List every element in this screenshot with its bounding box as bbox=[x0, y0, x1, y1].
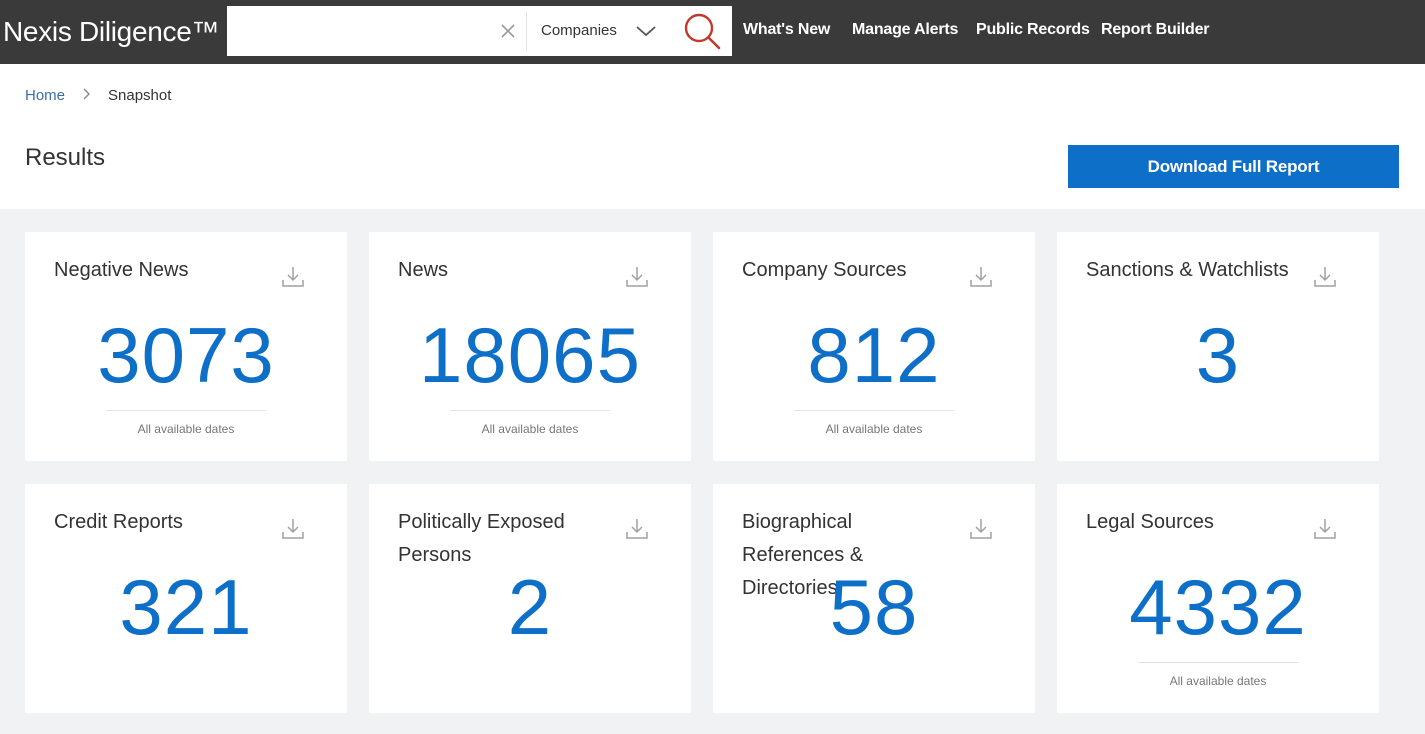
card-divider bbox=[1138, 662, 1298, 663]
search-divider bbox=[526, 12, 527, 50]
result-card-politically-exposed-persons[interactable]: Politically Exposed Persons 2 bbox=[369, 484, 691, 713]
result-card-biographical-references[interactable]: Biographical References & Directories 58 bbox=[713, 484, 1035, 713]
card-count[interactable]: 4332 bbox=[1057, 562, 1379, 652]
card-count[interactable]: 3 bbox=[1057, 310, 1379, 400]
card-date-range: All available dates bbox=[481, 422, 579, 436]
download-icon[interactable] bbox=[968, 264, 994, 290]
card-divider bbox=[794, 410, 954, 411]
card-title: Legal Sources bbox=[1086, 511, 1214, 533]
card-title: Sanctions & Watchlists bbox=[1086, 259, 1289, 281]
result-card-sanctions-watchlists[interactable]: Sanctions & Watchlists 3 bbox=[1057, 232, 1379, 461]
search-bar: Companies bbox=[227, 6, 732, 56]
download-full-report-button[interactable]: Download Full Report bbox=[1068, 145, 1399, 188]
card-divider bbox=[450, 410, 610, 411]
download-icon[interactable] bbox=[280, 516, 306, 542]
search-button[interactable] bbox=[679, 9, 725, 53]
card-count[interactable]: 321 bbox=[25, 562, 347, 652]
result-card-legal-sources[interactable]: Legal Sources 4332 All available dates bbox=[1057, 484, 1379, 713]
close-icon[interactable] bbox=[496, 19, 520, 43]
card-count[interactable]: 2 bbox=[369, 562, 691, 652]
nav-whats-new[interactable]: What's New bbox=[743, 21, 830, 39]
card-title: Negative News bbox=[54, 259, 189, 281]
download-icon[interactable] bbox=[280, 264, 306, 290]
chevron-right-icon bbox=[80, 84, 94, 104]
download-icon[interactable] bbox=[1312, 516, 1338, 542]
card-date-range: All available dates bbox=[1169, 674, 1267, 688]
result-card-news[interactable]: News 18065 All available dates bbox=[369, 232, 691, 461]
search-input[interactable] bbox=[227, 6, 489, 56]
download-icon[interactable] bbox=[624, 264, 650, 290]
search-scope-dropdown[interactable]: Companies bbox=[537, 6, 667, 56]
search-icon bbox=[684, 13, 721, 50]
chevron-down-icon bbox=[633, 20, 659, 42]
card-title: Company Sources bbox=[742, 259, 907, 281]
download-icon[interactable] bbox=[1312, 264, 1338, 290]
card-date-range: All available dates bbox=[825, 422, 923, 436]
result-card-company-sources[interactable]: Company Sources 812 All available dates bbox=[713, 232, 1035, 461]
result-card-credit-reports[interactable]: Credit Reports 321 bbox=[25, 484, 347, 713]
nav-report-builder[interactable]: Report Builder bbox=[1101, 21, 1210, 39]
card-date-range: All available dates bbox=[137, 422, 235, 436]
nav-manage-alerts[interactable]: Manage Alerts bbox=[852, 21, 958, 39]
card-title: News bbox=[398, 259, 449, 281]
breadcrumb-current: Snapshot bbox=[108, 87, 172, 104]
card-title: Credit Reports bbox=[54, 511, 183, 533]
brand-logo[interactable]: Nexis Diligence™ bbox=[3, 16, 219, 48]
result-card-negative-news[interactable]: Negative News 3073 All available dates bbox=[25, 232, 347, 461]
card-divider bbox=[106, 410, 266, 411]
breadcrumb-home-link[interactable]: Home bbox=[25, 87, 65, 104]
search-scope-label: Companies bbox=[541, 22, 617, 39]
top-navigation-bar: Nexis Diligence™ Companies What's New Ma… bbox=[0, 0, 1425, 64]
download-icon[interactable] bbox=[968, 516, 994, 542]
card-count[interactable]: 18065 bbox=[369, 310, 691, 400]
download-icon[interactable] bbox=[624, 516, 650, 542]
page-title: Results bbox=[25, 144, 106, 171]
card-count[interactable]: 3073 bbox=[25, 310, 347, 400]
card-count[interactable]: 58 bbox=[713, 562, 1035, 652]
page-header: Home Snapshot Results Download Full Repo… bbox=[0, 64, 1425, 209]
card-count[interactable]: 812 bbox=[713, 310, 1035, 400]
nav-public-records[interactable]: Public Records bbox=[976, 21, 1090, 39]
